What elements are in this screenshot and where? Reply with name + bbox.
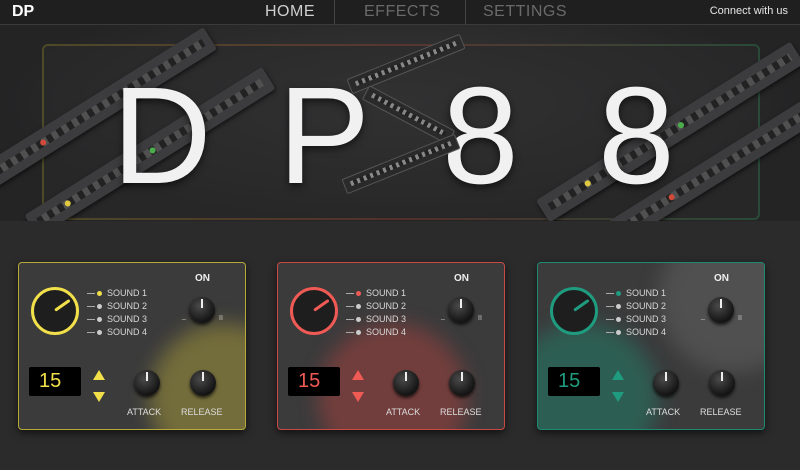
radio-dot-icon [97,304,102,310]
tick-high: II [738,315,742,322]
value-display: 15 [29,367,81,396]
effect-card-2: SOUND 1 SOUND 2 SOUND 3 SOUND 4 ON _ II … [277,262,505,430]
radio-dot-icon [356,304,361,310]
app-logo[interactable]: DP [12,3,34,21]
led-indicator [676,120,686,130]
sound-option-4[interactable]: SOUND 4 [87,326,147,338]
power-knob[interactable] [448,297,474,323]
decrement-arrow-icon[interactable] [612,392,624,402]
radio-dot-icon [356,330,361,336]
attack-label: ATTACK [127,407,162,417]
radio-dot-icon [616,304,621,310]
attack-knob[interactable] [653,370,679,396]
power-knob[interactable] [708,297,734,323]
attack-label: ATTACK [386,407,421,417]
attack-knob[interactable] [393,370,419,396]
hero-banner: D P 8 8 [0,24,800,221]
tick-low: _ [701,313,705,320]
sound-option-3[interactable]: SOUND 3 [606,313,666,325]
power-knob[interactable] [189,297,215,323]
increment-arrow-icon[interactable] [612,370,624,380]
attack-knob[interactable] [134,370,160,396]
value-display: 15 [288,367,340,396]
effect-card-1: SOUND 1 SOUND 2 SOUND 3 SOUND 4 ON _ II … [18,262,246,430]
release-label: RELEASE [700,407,742,417]
sound-option-3[interactable]: SOUND 3 [346,313,406,325]
release-label: RELEASE [440,407,482,417]
top-nav: DP HOME EFFECTS SETTINGS Connect with us [0,0,800,25]
radio-dot-icon [97,291,102,297]
release-knob[interactable] [449,370,475,396]
hero-digit-8: 8 [598,59,675,213]
on-label: ON [454,273,469,284]
radio-dot-icon [616,330,621,336]
nav-divider [465,0,466,24]
knob-needle [54,298,71,312]
connect-link[interactable]: Connect with us [710,5,788,17]
led-indicator [583,179,592,188]
on-label: ON [714,273,729,284]
sound-option-2[interactable]: SOUND 2 [346,300,406,312]
sound-option-2[interactable]: SOUND 2 [87,300,147,312]
tick-high: II [478,315,482,322]
tab-home[interactable]: HOME [265,3,315,21]
radio-dot-icon [616,317,621,323]
radio-dot-icon [97,317,102,323]
sound-option-4[interactable]: SOUND 4 [346,326,406,338]
release-knob[interactable] [190,370,216,396]
decrement-arrow-icon[interactable] [93,392,105,402]
sound-option-2[interactable]: SOUND 2 [606,300,666,312]
radio-dot-icon [356,317,361,323]
tab-settings[interactable]: SETTINGS [483,3,567,21]
radio-dot-icon [616,291,621,297]
release-label: RELEASE [181,407,223,417]
on-label: ON [195,273,210,284]
sound-option-4[interactable]: SOUND 4 [606,326,666,338]
decrement-arrow-icon[interactable] [352,392,364,402]
selector-knob[interactable] [550,287,598,335]
nav-divider [334,0,335,24]
increment-arrow-icon[interactable] [93,370,105,380]
tick-low: _ [182,313,186,320]
radio-dot-icon [356,291,361,297]
knob-needle [313,298,330,312]
sound-option-1[interactable]: SOUND 1 [606,287,666,299]
sound-option-1[interactable]: SOUND 1 [87,287,147,299]
sound-option-3[interactable]: SOUND 3 [87,313,147,325]
led-indicator [39,138,48,147]
attack-label: ATTACK [646,407,681,417]
led-indicator [63,199,72,208]
radio-dot-icon [97,330,102,336]
increment-arrow-icon[interactable] [352,370,364,380]
knob-needle [573,298,590,312]
selector-knob[interactable] [290,287,338,335]
tick-high: II [219,315,223,322]
tick-low: _ [441,313,445,320]
sound-option-1[interactable]: SOUND 1 [346,287,406,299]
hero-letter-d: D [112,59,212,213]
release-knob[interactable] [709,370,735,396]
value-display: 15 [548,367,600,396]
effect-card-3: SOUND 1 SOUND 2 SOUND 3 SOUND 4 ON _ II … [537,262,765,430]
tab-effects[interactable]: EFFECTS [364,3,440,21]
selector-knob[interactable] [31,287,79,335]
